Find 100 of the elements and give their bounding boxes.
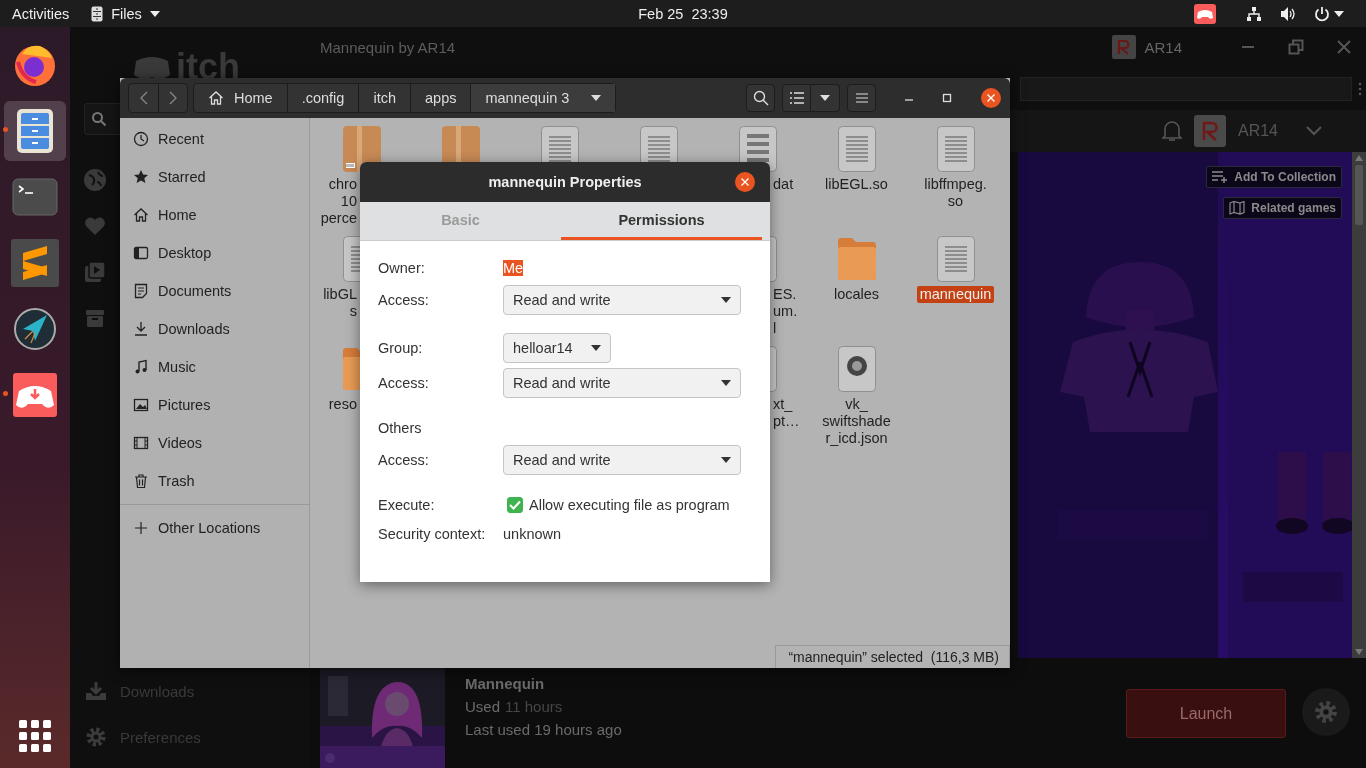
network-icon[interactable] <box>1246 5 1262 22</box>
download-icon <box>133 321 149 337</box>
script-file-icon[interactable] <box>836 345 877 393</box>
file-name[interactable]: ES. um. l <box>770 286 801 337</box>
caret-icon[interactable] <box>1334 10 1344 17</box>
kebab-menu-icon[interactable] <box>1358 81 1362 96</box>
places-item[interactable]: Pictures <box>120 386 309 424</box>
caret-icon <box>721 297 731 303</box>
chevron-down-icon[interactable] <box>1306 126 1322 136</box>
file-name[interactable]: mannequin <box>916 286 995 303</box>
field-label: Security context: <box>378 526 487 542</box>
dialog-title: mannequin Properties <box>488 174 642 190</box>
file-cabinet-icon <box>91 5 104 22</box>
status-text: “mannequin” selected (116,3 MB) <box>775 645 1010 668</box>
places-item[interactable]: Other Locations <box>120 509 309 547</box>
search-button[interactable] <box>746 84 775 112</box>
restore-icon[interactable] <box>1288 39 1304 55</box>
maximize-icon[interactable] <box>942 93 952 103</box>
caret-icon <box>590 345 601 351</box>
places-item[interactable]: Music <box>120 348 309 386</box>
playlist-add-icon <box>1212 171 1229 183</box>
search-field[interactable] <box>84 103 122 135</box>
related-games-button[interactable]: Related games <box>1223 197 1342 219</box>
caret-icon <box>820 95 830 101</box>
activities-button[interactable]: Activities <box>12 5 70 22</box>
close-icon[interactable] <box>980 87 1002 109</box>
gear-icon <box>1314 700 1338 724</box>
desktop-icon <box>133 245 149 261</box>
clock-icon <box>133 131 149 147</box>
chevron-left-icon <box>139 91 148 105</box>
film-icon <box>133 435 149 451</box>
chevron-right-icon <box>169 91 177 105</box>
menu-button[interactable] <box>847 84 876 112</box>
dropdown[interactable]: helloar14 <box>503 333 611 363</box>
search-icon <box>91 111 107 127</box>
volume-icon[interactable] <box>1280 5 1296 22</box>
scroll-up-icon[interactable] <box>1355 155 1363 161</box>
launch-button[interactable]: Launch <box>1126 689 1286 738</box>
places-item[interactable]: Trash <box>120 462 309 500</box>
dock-app[interactable] <box>4 101 66 161</box>
list-view-button[interactable] <box>782 84 811 112</box>
file-name[interactable]: dat <box>770 176 797 193</box>
dropdown[interactable]: Read and write <box>503 285 741 315</box>
star-icon <box>133 169 149 185</box>
clock[interactable]: Feb 25 23:39 <box>638 5 728 22</box>
close-icon[interactable] <box>734 171 756 193</box>
field-label: Others <box>378 420 423 436</box>
app-grid-icon[interactable] <box>19 720 51 752</box>
dropdown[interactable]: Read and write <box>503 445 741 475</box>
file-name[interactable]: libGL s <box>320 286 360 320</box>
file-cabinet-icon <box>15 108 55 154</box>
map-icon <box>1229 201 1246 215</box>
user-name: AR14 <box>1144 38 1182 56</box>
file-name[interactable]: chro 10 perce <box>317 176 360 227</box>
home-icon <box>133 207 149 223</box>
places-item[interactable]: Desktop <box>120 234 309 272</box>
file-name[interactable]: libEGL.so <box>822 176 891 193</box>
field-value: unknown <box>503 526 562 542</box>
add-to-collection-button[interactable]: Add To Collection <box>1206 166 1342 188</box>
file-name[interactable]: reso <box>325 396 360 413</box>
places-item[interactable]: Starred <box>120 158 309 196</box>
field-label: Access: <box>378 452 430 468</box>
field-label: Access: <box>378 375 430 391</box>
field-label: Access: <box>378 292 430 308</box>
file-name[interactable]: vk_ swiftshade r_icd.json <box>819 396 894 447</box>
places-item[interactable]: Downloads <box>120 310 309 348</box>
plus-icon <box>133 520 149 536</box>
checkbox-label[interactable]: Allow executing file as program <box>529 497 730 513</box>
playtime-label: Used <box>465 698 501 715</box>
avatar-icon <box>1112 35 1137 59</box>
gear-icon <box>85 726 107 748</box>
paper-plane-icon <box>13 307 57 351</box>
bell-icon[interactable] <box>1161 120 1182 142</box>
scrollbar[interactable] <box>1352 152 1366 658</box>
scroll-thumb[interactable] <box>1355 165 1363 225</box>
checkbox[interactable] <box>507 497 523 513</box>
places-item[interactable]: Documents <box>120 272 309 310</box>
places-item[interactable]: Recent <box>120 120 309 158</box>
power-icon[interactable] <box>1314 5 1330 22</box>
terminal-icon <box>12 178 58 216</box>
app-menu[interactable]: Files <box>91 5 160 22</box>
search-icon <box>752 90 769 106</box>
places-item[interactable]: Home <box>120 196 309 234</box>
path-button[interactable]: Home <box>194 84 287 112</box>
caret-icon <box>149 10 160 17</box>
places-item[interactable]: Videos <box>120 424 309 462</box>
tab[interactable]: Permissions <box>561 202 762 240</box>
scroll-down-icon[interactable] <box>1355 649 1363 655</box>
view-options-button[interactable] <box>811 84 840 112</box>
caret-icon <box>721 457 731 463</box>
path-button[interactable]: itch <box>358 84 410 112</box>
caret-icon <box>591 95 602 101</box>
file-name[interactable]: libffmpeg. so <box>921 176 990 210</box>
package-icon[interactable] <box>341 125 382 173</box>
file-name[interactable]: locales <box>830 286 883 303</box>
path-button[interactable]: mannequin 3 <box>470 84 616 112</box>
file-name[interactable]: xt_ pt… <box>770 396 803 430</box>
dropdown[interactable]: Read and write <box>503 368 741 398</box>
path-button[interactable]: .config <box>286 84 359 112</box>
trash-icon <box>133 473 149 489</box>
